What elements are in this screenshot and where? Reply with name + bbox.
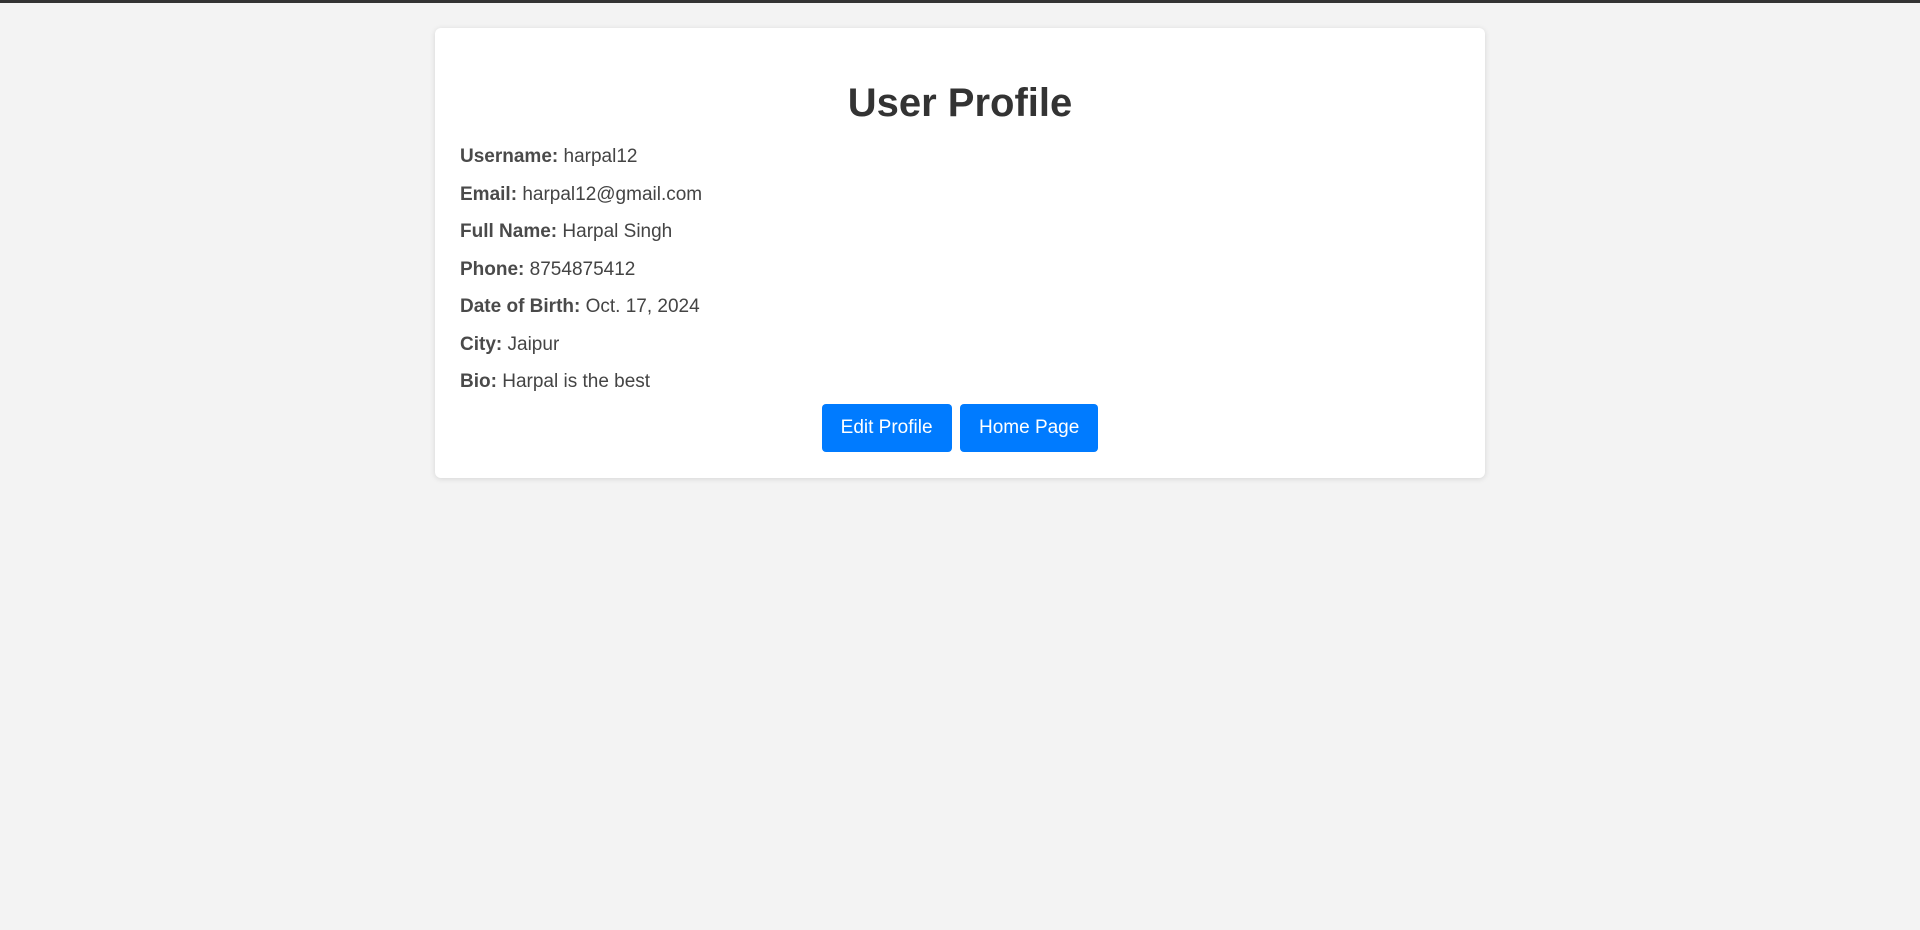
profile-fields: Username: harpal12 Email: harpal12@gmail… <box>460 146 1460 393</box>
field-value: Oct. 17, 2024 <box>585 296 700 317</box>
field-label: Bio: <box>460 371 497 392</box>
field-date-of-birth: Date of Birth: Oct. 17, 2024 <box>460 296 1460 318</box>
field-email: Email: harpal12@gmail.com <box>460 184 1460 206</box>
page-title: User Profile <box>847 81 1073 125</box>
field-value: Harpal Singh <box>562 221 673 242</box>
field-label: Username: <box>460 146 559 167</box>
field-label: Date of Birth: <box>460 296 581 317</box>
field-city: City: Jaipur <box>460 334 1460 356</box>
field-value: Jaipur <box>507 333 560 355</box>
field-bio: Bio: Harpal is the best <box>460 371 1460 393</box>
field-value: 8754875412 <box>529 258 636 280</box>
field-label: Email: <box>460 183 518 205</box>
top-border <box>0 0 1920 3</box>
field-value: Harpal is the best <box>502 371 651 392</box>
profile-actions: Edit Profile Home Page <box>460 403 1460 452</box>
edit-profile-button[interactable]: Edit Profile <box>821 403 952 452</box>
home-page-button[interactable]: Home Page <box>959 403 1099 452</box>
field-label: City: <box>460 333 503 355</box>
field-full-name: Full Name: Harpal Singh <box>460 221 1460 243</box>
field-value: harpal12@gmail.com <box>522 183 703 205</box>
field-username: Username: harpal12 <box>460 146 1460 168</box>
field-label: Phone: <box>460 258 525 280</box>
profile-card: User Profile Username: harpal12 Email: h… <box>435 28 1485 478</box>
field-value: harpal12 <box>563 146 638 167</box>
field-phone: Phone: 8754875412 <box>460 259 1460 281</box>
field-label: Full Name: <box>460 221 558 242</box>
